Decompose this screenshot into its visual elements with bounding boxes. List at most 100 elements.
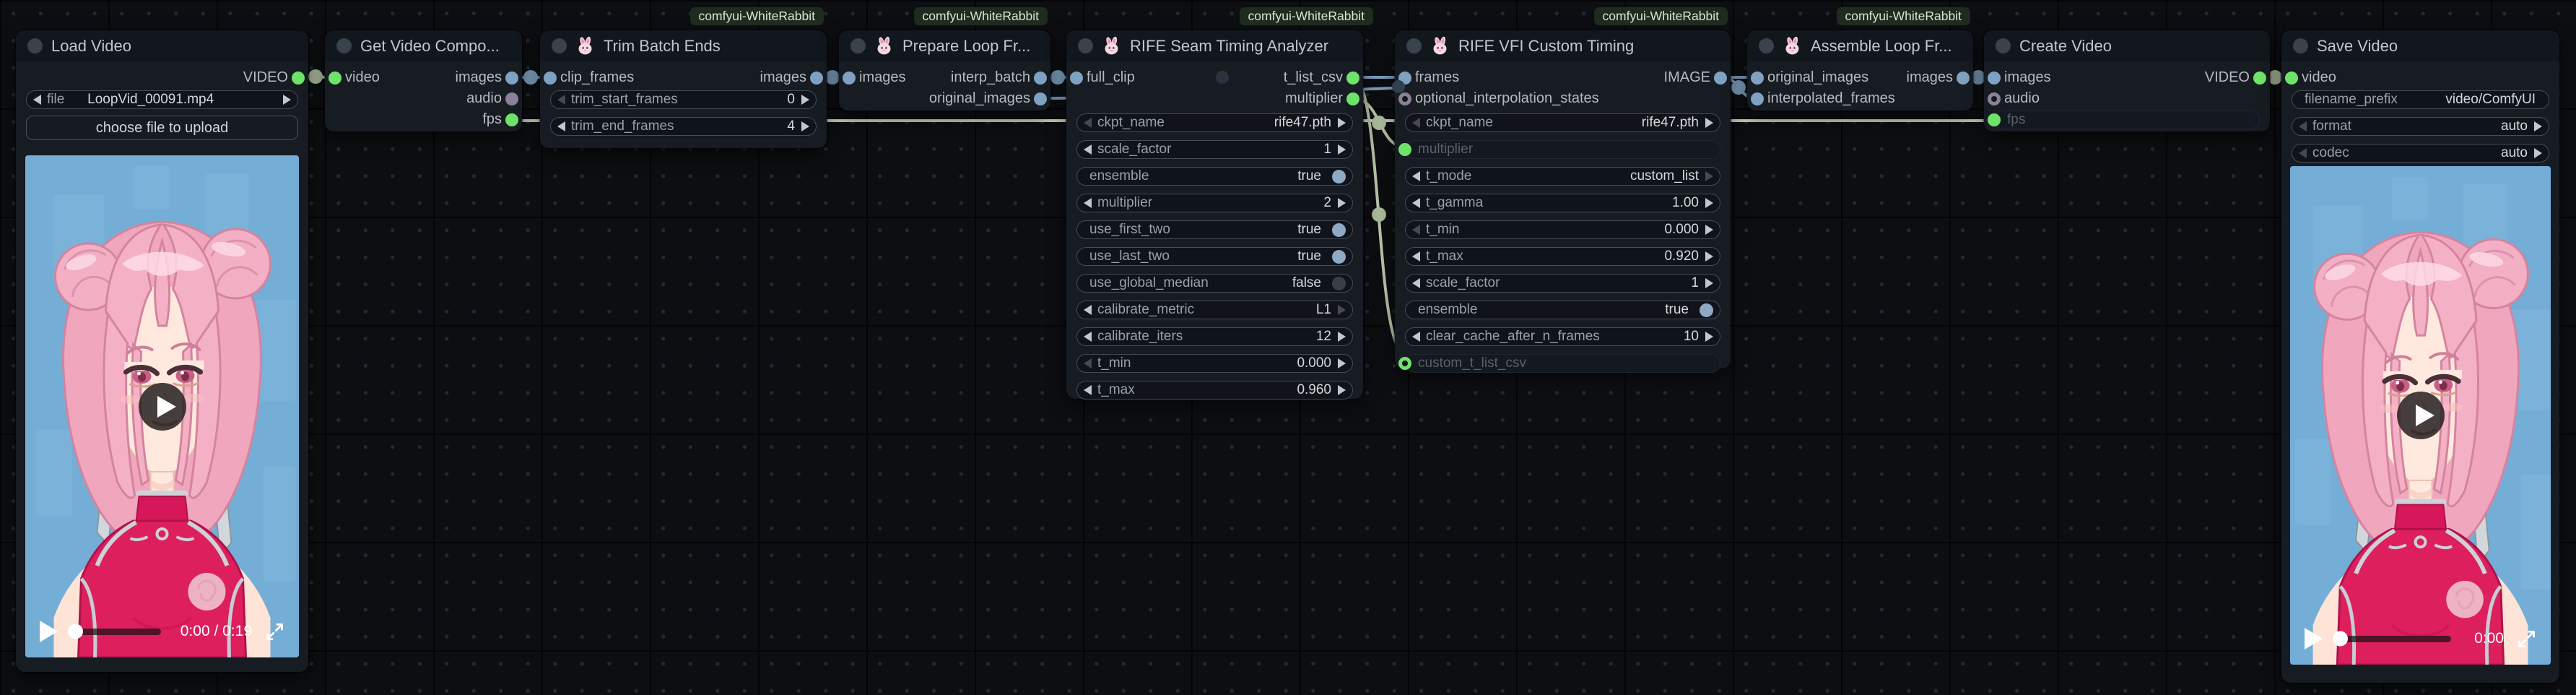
increment-arrow-icon[interactable] <box>1705 251 1713 262</box>
next-option-arrow-icon[interactable] <box>2534 121 2542 131</box>
prev-option-arrow-icon[interactable] <box>2299 121 2307 131</box>
node-titlebar[interactable]: RIFE VFI Custom Timing <box>1395 30 1731 61</box>
node-titlebar[interactable]: Assemble Loop Fr... <box>1747 30 1973 61</box>
decrement-arrow-icon[interactable] <box>1412 251 1420 262</box>
increment-arrow-icon[interactable] <box>801 95 809 105</box>
input-socket-custom-t-list-csv[interactable] <box>1398 357 1411 370</box>
node-titlebar[interactable]: Save Video <box>2281 30 2559 61</box>
node-titlebar[interactable]: Get Video Compo... <box>325 30 522 61</box>
output-socket-multiplier[interactable] <box>1346 92 1359 105</box>
next-option-arrow-icon[interactable] <box>1705 171 1713 181</box>
widget-trim-end-frames[interactable]: trim_end_frames 4 <box>550 117 817 136</box>
node-titlebar[interactable]: Trim Batch Ends <box>540 30 827 61</box>
prev-option-arrow-icon[interactable] <box>1084 118 1092 128</box>
next-option-arrow-icon[interactable] <box>2534 148 2542 158</box>
node-titlebar[interactable]: Prepare Loop Fr... <box>839 30 1050 61</box>
widget-scale-factor[interactable]: scale_factor 1 <box>1405 274 1720 293</box>
prev-option-arrow-icon[interactable] <box>2299 148 2307 158</box>
collapse-dot[interactable] <box>1078 38 1093 53</box>
input-socket-video[interactable] <box>328 72 341 85</box>
input-socket-images[interactable] <box>1988 72 2001 85</box>
widget-t-max[interactable]: t_max 0.960 <box>1076 381 1353 400</box>
increment-arrow-icon[interactable] <box>1338 144 1346 155</box>
node-rife-vfi-custom-timing[interactable]: comfyui-WhiteRabbit RIFE VFI Custom Timi… <box>1395 30 1731 368</box>
increment-arrow-icon[interactable] <box>1338 198 1346 208</box>
toggle-on-icon[interactable] <box>1700 303 1713 317</box>
input-socket-interpolated-frames[interactable] <box>1751 92 1764 105</box>
video-preview[interactable]: 0:00 / 0:19 <box>25 155 299 657</box>
node-titlebar[interactable]: RIFE Seam Timing Analyzer <box>1066 30 1363 61</box>
increment-arrow-icon[interactable] <box>801 121 809 131</box>
collapse-dot[interactable] <box>1406 38 1422 53</box>
output-socket-images[interactable] <box>1957 72 1970 85</box>
output-socket-video[interactable] <box>2253 72 2266 85</box>
node-titlebar[interactable]: Load Video <box>16 30 308 61</box>
widget-t-max[interactable]: t_max 0.920 <box>1405 247 1720 266</box>
input-socket-audio[interactable] <box>1988 92 2001 105</box>
widget-codec[interactable]: codec auto <box>2292 144 2549 163</box>
node-create-video[interactable]: Create Video images VIDEO audio fps <box>1984 30 2270 131</box>
decrement-arrow-icon[interactable] <box>1412 225 1420 235</box>
next-option-arrow-icon[interactable] <box>1338 118 1346 128</box>
output-socket-image[interactable] <box>1714 72 1727 85</box>
node-trim-batch-ends[interactable]: comfyui-WhiteRabbit Trim Batch Ends clip… <box>540 30 827 148</box>
output-socket-interp-batch[interactable] <box>1034 72 1047 85</box>
widget-t-mode[interactable]: t_mode custom_list <box>1405 167 1720 186</box>
decrement-arrow-icon[interactable] <box>1084 385 1092 395</box>
fullscreen-icon[interactable] <box>2517 629 2536 649</box>
node-get-video-components[interactable]: Get Video Compo... video images audio fp… <box>325 30 522 131</box>
widget-ensemble[interactable]: ensemble true <box>1076 167 1353 186</box>
widget-file[interactable]: file LoopVid_00091.mp4 <box>26 90 298 109</box>
play-overlay-icon[interactable] <box>139 383 186 431</box>
decrement-arrow-icon[interactable] <box>1412 198 1420 208</box>
seek-knob[interactable] <box>68 624 83 639</box>
widget-use-last-two[interactable]: use_last_two true <box>1076 247 1353 266</box>
widget-t-min[interactable]: t_min 0.000 <box>1076 354 1353 373</box>
input-socket-images[interactable] <box>843 72 856 85</box>
decrement-arrow-icon[interactable] <box>557 95 565 105</box>
toggle-on-icon[interactable] <box>1332 223 1346 237</box>
widget-format[interactable]: format auto <box>2292 117 2549 136</box>
play-icon[interactable] <box>40 621 58 642</box>
node-save-video[interactable]: Save Video video filename_prefix video/C… <box>2281 30 2559 683</box>
increment-arrow-icon[interactable] <box>1338 385 1346 395</box>
node-titlebar[interactable]: Create Video <box>1984 30 2270 61</box>
output-socket-video[interactable] <box>292 72 305 85</box>
output-socket-original-images[interactable] <box>1034 92 1047 105</box>
input-socket-optional-interpolation-states[interactable] <box>1398 92 1411 105</box>
next-option-arrow-icon[interactable] <box>1338 305 1346 315</box>
increment-arrow-icon[interactable] <box>1705 332 1713 342</box>
node-assemble-loop-frames[interactable]: comfyui-WhiteRabbit Assemble Loop Fr... … <box>1747 30 1973 111</box>
prev-option-arrow-icon[interactable] <box>1412 118 1420 128</box>
widget-use-global-median[interactable]: use_global_median false <box>1076 274 1353 293</box>
output-socket-audio[interactable] <box>505 92 518 105</box>
choose-file-button[interactable]: choose file to upload <box>26 116 298 140</box>
widget-scale-factor[interactable]: scale_factor 1 <box>1076 140 1353 159</box>
decrement-arrow-icon[interactable] <box>1084 144 1092 155</box>
seek-bar[interactable] <box>2336 636 2451 642</box>
collapse-dot[interactable] <box>27 38 43 53</box>
node-rife-seam-timing-analyzer[interactable]: comfyui-WhiteRabbit RIFE Seam Timing Ana… <box>1066 30 1363 399</box>
seek-bar[interactable] <box>71 629 161 635</box>
increment-arrow-icon[interactable] <box>1705 278 1713 288</box>
prev-option-arrow-icon[interactable] <box>1084 305 1092 315</box>
toggle-on-icon[interactable] <box>1332 250 1346 264</box>
increment-arrow-icon[interactable] <box>1705 198 1713 208</box>
output-socket-images[interactable] <box>505 72 518 85</box>
toggle-on-icon[interactable] <box>1332 170 1346 184</box>
seek-knob[interactable] <box>2333 631 2348 647</box>
input-socket-clip-frames[interactable] <box>544 72 557 85</box>
widget-calibrate-iters[interactable]: calibrate_iters 12 <box>1076 327 1353 346</box>
widget-ensemble[interactable]: ensemble true <box>1405 301 1720 319</box>
prev-file-arrow-icon[interactable] <box>33 95 41 105</box>
collapse-dot[interactable] <box>552 38 567 53</box>
widget-trim-start-frames[interactable]: trim_start_frames 0 <box>550 90 817 109</box>
decrement-arrow-icon[interactable] <box>1412 332 1420 342</box>
input-socket-fps[interactable] <box>1988 113 2001 126</box>
increment-arrow-icon[interactable] <box>1705 225 1713 235</box>
input-socket-video[interactable] <box>2285 72 2298 85</box>
node-prepare-loop-frames[interactable]: comfyui-WhiteRabbit Prepare Loop Fr... i… <box>839 30 1050 111</box>
collapse-dot[interactable] <box>1996 38 2011 53</box>
collapse-dot[interactable] <box>1759 38 1774 53</box>
comfyui-canvas[interactable]: { "badge": "comfyui-WhiteRabbit", "nodes… <box>0 0 2576 695</box>
